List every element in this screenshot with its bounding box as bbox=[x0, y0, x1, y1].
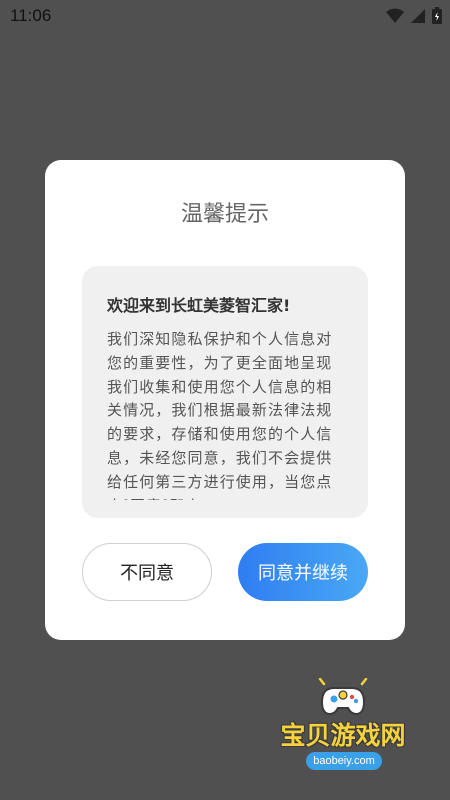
status-icons bbox=[386, 7, 442, 24]
battery-icon bbox=[432, 7, 442, 24]
gamepad-logo-icon bbox=[318, 678, 368, 716]
watermark-url: baobeiy.com bbox=[306, 752, 382, 770]
disagree-button[interactable]: 不同意 bbox=[82, 543, 212, 601]
privacy-dialog: 温馨提示 欢迎来到长虹美菱智汇家! 我们深知隐私保护和个人信息对您的重要性，为了… bbox=[45, 160, 405, 640]
agree-continue-button[interactable]: 同意并继续 bbox=[238, 543, 368, 601]
dialog-title: 温馨提示 bbox=[180, 202, 269, 227]
status-bar: 11:06 bbox=[0, 0, 450, 32]
welcome-heading: 欢迎来到长虹美菱智汇家! bbox=[107, 296, 291, 315]
wifi-icon bbox=[386, 8, 404, 23]
status-time: 11:06 bbox=[10, 6, 52, 25]
privacy-text: 我们深知隐私保护和个人信息对您的重要性，为了更全面地呈现我们收集和使用您个人信息… bbox=[107, 330, 333, 500]
privacy-content-card[interactable]: 欢迎来到长虹美菱智汇家! 我们深知隐私保护和个人信息对您的重要性，为了更全面地呈… bbox=[82, 266, 368, 518]
watermark-text: 宝贝游戏网 bbox=[280, 721, 406, 750]
signal-icon bbox=[411, 8, 425, 23]
watermark: 宝贝游戏网 baobeiy.com bbox=[268, 678, 418, 778]
